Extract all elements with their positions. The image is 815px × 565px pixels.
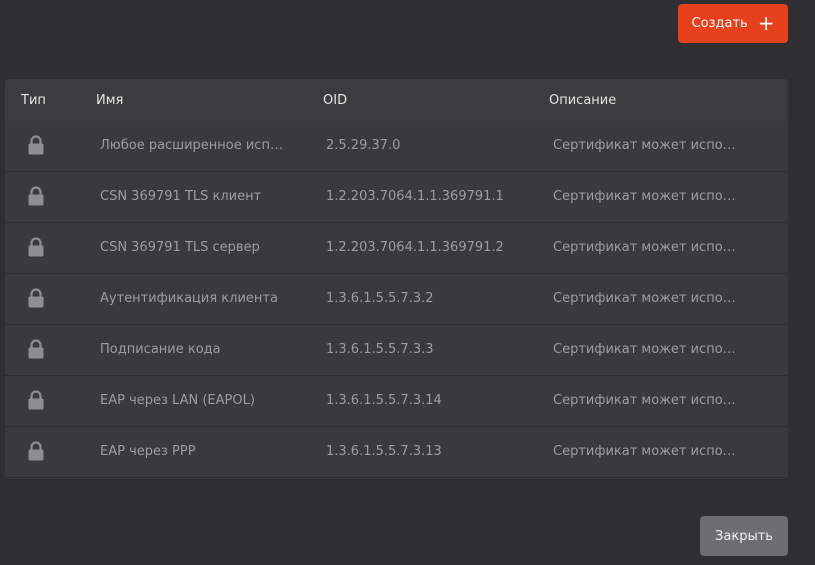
header-description[interactable]: Описание xyxy=(549,93,616,108)
row-name: Любое расширенное исп… xyxy=(100,138,283,153)
header-type[interactable]: Тип xyxy=(21,93,46,108)
row-description: Сертификат может испо… xyxy=(553,444,736,459)
lock-icon xyxy=(28,441,44,461)
table-row[interactable]: Подписание кода 1.3.6.1.5.5.7.3.3 Сертиф… xyxy=(5,325,788,376)
row-description: Сертификат может испо… xyxy=(553,291,736,306)
row-name: EAP через LAN (EAPOL) xyxy=(100,393,255,408)
row-name: Аутентификация клиента xyxy=(100,291,278,306)
row-oid: 1.2.203.7064.1.1.369791.2 xyxy=(326,240,504,255)
row-oid: 1.3.6.1.5.5.7.3.2 xyxy=(326,291,434,306)
row-oid: 1.3.6.1.5.5.7.3.14 xyxy=(326,393,442,408)
row-oid: 1.3.6.1.5.5.7.3.13 xyxy=(326,444,442,459)
extended-key-usage-table: Тип Имя OID Описание Любое расширенное и… xyxy=(5,79,788,479)
lock-icon xyxy=(28,135,44,155)
header-oid[interactable]: OID xyxy=(323,93,347,108)
row-name: EAP через PPP xyxy=(100,444,196,459)
row-name: CSN 369791 TLS сервер xyxy=(100,240,260,255)
lock-icon xyxy=(28,237,44,257)
table-row[interactable]: Любое расширенное исп… 2.5.29.37.0 Серти… xyxy=(5,121,788,172)
row-oid: 2.5.29.37.0 xyxy=(326,138,401,153)
row-name: Подписание кода xyxy=(100,342,221,357)
row-description: Сертификат может испо… xyxy=(553,189,736,204)
table-row[interactable]: CSN 369791 TLS сервер 1.2.203.7064.1.1.3… xyxy=(5,223,788,274)
plus-icon: + xyxy=(757,10,775,35)
table-header: Тип Имя OID Описание xyxy=(5,79,788,122)
header-name[interactable]: Имя xyxy=(96,93,123,108)
create-button-label: Создать xyxy=(691,16,748,31)
table-row[interactable]: Аутентификация клиента 1.3.6.1.5.5.7.3.2… xyxy=(5,274,788,325)
row-oid: 1.2.203.7064.1.1.369791.1 xyxy=(326,189,504,204)
row-description: Сертификат может испо… xyxy=(553,342,736,357)
row-name: CSN 369791 TLS клиент xyxy=(100,189,262,204)
table-row[interactable]: EAP через PPP 1.3.6.1.5.5.7.3.13 Сертифи… xyxy=(5,427,788,478)
close-button[interactable]: Закрыть xyxy=(700,516,788,556)
table-row[interactable]: EAP через LAN (EAPOL) 1.3.6.1.5.5.7.3.14… xyxy=(5,376,788,427)
row-description: Сертификат может испо… xyxy=(553,138,736,153)
lock-icon xyxy=(28,186,44,206)
row-description: Сертификат может испо… xyxy=(553,240,736,255)
table-row[interactable]: CSN 369791 TLS клиент 1.2.203.7064.1.1.3… xyxy=(5,172,788,223)
lock-icon xyxy=(28,339,44,359)
row-oid: 1.3.6.1.5.5.7.3.3 xyxy=(326,342,434,357)
lock-icon xyxy=(28,390,44,410)
create-button[interactable]: Создать + xyxy=(678,4,788,43)
lock-icon xyxy=(28,288,44,308)
row-description: Сертификат может испо… xyxy=(553,393,736,408)
table-body: Любое расширенное исп… 2.5.29.37.0 Серти… xyxy=(5,121,788,479)
